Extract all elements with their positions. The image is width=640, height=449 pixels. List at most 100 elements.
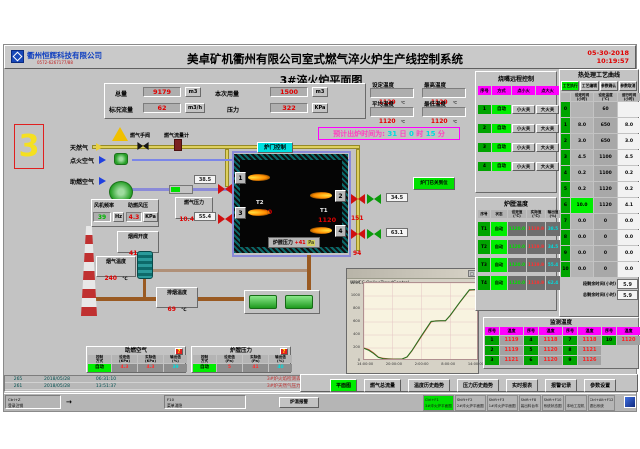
process-segment-row[interactable]: 50.211200.2 [561,182,637,197]
burner1-gas-valve[interactable] [218,184,232,194]
furnace-pressure-value: +41 [295,240,306,246]
process-segment-row[interactable]: 70.000.0 [561,214,637,229]
air-mode-cell[interactable]: 自动 [88,364,111,372]
monitor-temp: 1126 [578,356,601,365]
screen-shortcut[interactable]: Shift+F22#淬火炉平面图 [455,395,486,411]
pressure-panel-help-button[interactable]: ? [280,348,288,355]
actual: 1119.9 [527,258,545,272]
burner-control-row[interactable]: 3自动小火关大火关 [478,143,554,152]
circulation-pump-1[interactable] [249,295,277,309]
burner4-air-valve[interactable] [367,229,381,239]
estimate-hour: 0 [409,130,414,138]
mode: 自动 [492,143,511,152]
fan-freq-unit: Hz [113,212,124,222]
fan-panel: 风机频率 39 Hz 助燃风压 4.3 KPa [91,199,159,227]
process-segment-row[interactable]: 610.011204.1 [561,198,637,213]
process-segment-row[interactable]: 23.06503.0 [561,134,637,149]
gas-total-unit: m3 [185,87,201,97]
date-value: 05-30-2018 [587,49,629,57]
alarm-list[interactable]: 2652018/05/2806:31:103#炉火焰检测丢失2612018/05… [4,375,316,392]
screen-shortcut[interactable]: Shift+F10系统状态图 [542,395,564,411]
burner-tag-2[interactable]: 2 [335,190,346,202]
burner-control-row[interactable]: 4自动小火关大火关 [478,162,554,171]
process-segment-row[interactable]: 18.06508.0 [561,118,637,133]
air-panel-help-button[interactable]: ? [175,348,183,355]
set_temp: 0 [594,230,617,245]
process-run-button[interactable]: 工艺执行 [561,81,579,91]
process-cancel-button[interactable]: 参数取消 [619,81,637,91]
ignition-air-fan-icon[interactable] [114,153,128,165]
trend-titlebar[interactable]: WinCC OnlineTrendControl □ [347,269,478,279]
process-segment-row[interactable]: 80.000.0 [561,230,637,245]
label: 本地工控机 [567,403,585,409]
no: 0 [561,102,570,117]
process-curve-panel: 热处理工艺曲线 工艺执行 工艺编辑 参数确认 参数取消 设定时间(小时) 设定温… [559,69,639,317]
set: 1120.0 [508,222,526,236]
chamber-temp-row[interactable]: T3自动1120.01119.955.4 [478,258,554,272]
system-tray-icon[interactable] [624,396,636,408]
set_time: 10.0 [571,198,593,213]
set: 1120.0 [508,258,526,272]
alarm-row[interactable]: 2652018/05/2806:31:103#炉火焰检测丢失 [5,376,315,383]
screen-shortcut[interactable]: Shift+F8装出料台车 [519,395,541,411]
burner3-gas-valve[interactable] [218,214,232,224]
burner2-air-valve[interactable] [367,194,381,204]
y-tick: 1000 [351,293,360,297]
set_temp: 650 [594,134,617,149]
monitor-temp: 1118 [539,336,562,345]
process-segment-row[interactable]: 40.211000.2 [561,166,637,181]
alarm-row[interactable]: 2612018/05/2813:51:373#炉天然气压力低 [5,383,315,390]
process-edit-button[interactable]: 工艺编辑 [580,81,598,91]
screen-shortcut[interactable]: Ctrl+F13#淬火炉平面图 [423,395,454,411]
ignition-air-arrow [99,156,106,164]
gas-total-label: 总量 [115,89,127,98]
run_time: 0.2 [618,166,640,181]
trend-window[interactable]: WinCC OnlineTrendControl □ 0200400600800… [346,268,479,374]
run_time: 0.0 [618,230,640,245]
flue-temp-panel: 烟气温度 240 ℃ [96,256,136,277]
burner2-gas-valve[interactable] [351,194,365,204]
label: 温度历史趋势 [408,379,450,392]
menu-hide-key[interactable]: F10 菜单消隐 [164,395,246,409]
chamber-temp-row[interactable]: T2自动1120.01119.934.5 [478,240,554,254]
screen-shortcut[interactable]: Ctrl+Alt+F12退出系统 [588,395,616,411]
process-segment-row[interactable]: 34.511004.5 [561,150,637,165]
screen-shortcut[interactable]: 本地工控机 [565,395,587,411]
process-segment-row[interactable]: 060 [561,102,637,117]
burner-tag-1[interactable]: 1 [235,172,246,184]
gas-flow-meter-icon [174,139,182,151]
circulation-pump-2[interactable] [285,295,313,309]
gas-pressure-panel-label: 燃气压力 [176,199,212,206]
gas-flow-unit: m3/h [185,103,205,113]
air-set-cell: 4.3 [112,364,137,372]
actual: 1119.9 [527,222,545,236]
door-control-button[interactable]: 炉门控制 [257,142,293,153]
burner-control-row[interactable]: 1自动小火关大火关 [478,105,554,114]
burner4-gas-valve[interactable] [351,229,365,239]
pressure-mode-cell[interactable]: 自动 [193,364,216,372]
monitor-no: 5 [524,346,538,355]
gas-hand-valve-icon[interactable] [137,142,148,150]
run_time: 0.0 [618,246,640,261]
chamber-temp-row[interactable]: T1自动1120.01119.938.5 [478,222,554,236]
chamber-temp-row[interactable]: T4自动1120.01119.962.4 [478,276,554,290]
no: 3 [561,150,570,165]
login-logout-key[interactable]: Ctrl+Z 登录注销 [5,395,61,409]
burner-tag-3[interactable]: 3 [235,207,246,219]
process-segment-row[interactable]: 100.000.0 [561,262,637,277]
burner-control-row[interactable]: 2自动小火关大火关 [478,124,554,133]
process-segment-row[interactable]: 90.000.0 [561,246,637,261]
state: 自动 [491,222,507,236]
damper-auto-indicator[interactable] [169,185,193,194]
furnace-temp-alarm-button[interactable]: 炉温报警 [279,397,319,408]
no: 8 [561,230,570,245]
process-confirm-button[interactable]: 参数确认 [600,81,618,91]
no: T3 [478,258,490,272]
avg-temp-value: 1120 ℃ [370,107,414,117]
run_time: 8.0 [618,118,640,133]
monitor-temp: 1118 [578,336,601,345]
monitor-temp: 1121 [578,346,601,355]
gas-total-value: 9179 [143,87,181,97]
burner-tag-4[interactable]: 4 [335,225,346,237]
screen-shortcut[interactable]: Shift+F31#淬火炉平面图 [487,395,518,411]
